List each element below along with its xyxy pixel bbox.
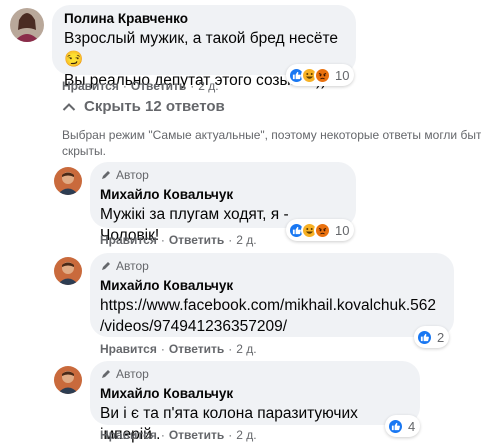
reply-reactions[interactable]: 4: [385, 415, 421, 437]
pen-icon: [102, 171, 110, 179]
sort-notice: Выбран режим "Самые актуальные", поэтому…: [62, 128, 481, 158]
reply-button[interactable]: Ответить: [169, 342, 224, 356]
comment-time[interactable]: 2 д.: [198, 79, 218, 93]
avatar-mykhailo[interactable]: [54, 366, 82, 394]
angry-icon: [314, 66, 331, 84]
like-icon: [416, 328, 433, 346]
author-badge-label: Автор: [116, 367, 149, 381]
reply-reactions[interactable]: 10: [286, 219, 355, 241]
reply-button[interactable]: Ответить: [131, 79, 186, 93]
pen-icon: [102, 370, 110, 378]
reply-actions: Нравится · Ответить · 2 д.: [100, 342, 257, 356]
avatar-mykhailo[interactable]: [54, 167, 82, 195]
reply-link-line2[interactable]: /videos/974941236357209/: [100, 316, 444, 337]
comment-author[interactable]: Полина Кравченко: [64, 11, 344, 26]
reply-time[interactable]: 2 д.: [236, 233, 256, 247]
reply-link-line1[interactable]: https://www.facebook.com/mikhail.kovalch…: [100, 295, 444, 316]
reply-author[interactable]: Михайло Ковальчук: [100, 278, 444, 293]
reply-bubble: Автор Михайло Ковальчук https://www.face…: [90, 253, 454, 337]
author-badge: Автор: [100, 168, 346, 182]
reply-button[interactable]: Ответить: [169, 428, 224, 442]
comment-actions: Нравится · Ответить · 2 д.: [62, 79, 219, 93]
reply-button[interactable]: Ответить: [169, 233, 224, 247]
reply-reactions[interactable]: 2: [414, 326, 450, 348]
author-badge-label: Автор: [116, 168, 149, 182]
like-icon: [387, 417, 404, 435]
reply-author[interactable]: Михайло Ковальчук: [100, 187, 346, 202]
like-button[interactable]: Нравится: [100, 428, 157, 442]
chevron-up-icon: [62, 102, 76, 111]
avatar-mykhailo[interactable]: [54, 257, 82, 285]
reply-time[interactable]: 2 д.: [236, 342, 256, 356]
like-button[interactable]: Нравится: [100, 342, 157, 356]
reaction-count: 4: [408, 418, 416, 434]
pen-icon: [102, 262, 110, 270]
like-button[interactable]: Нравится: [62, 79, 119, 93]
hide-replies-button[interactable]: Скрыть 12 ответов: [62, 98, 225, 115]
reaction-count: 10: [335, 222, 350, 238]
reaction-count: 2: [437, 329, 445, 345]
comment-reactions[interactable]: 10: [286, 64, 355, 86]
author-badge-label: Автор: [116, 259, 149, 273]
reply-author[interactable]: Михайло Ковальчук: [100, 386, 410, 401]
reply-actions: Нравится · Ответить · 2 д.: [100, 428, 257, 442]
hide-replies-label: Скрыть 12 ответов: [84, 98, 225, 115]
reaction-count: 10: [335, 67, 350, 83]
author-badge: Автор: [100, 259, 444, 273]
author-badge: Автор: [100, 367, 410, 381]
reply-time[interactable]: 2 д.: [236, 428, 256, 442]
reply-actions: Нравится · Ответить · 2 д.: [100, 233, 257, 247]
avatar-polina[interactable]: [10, 8, 44, 42]
reply-bubble: Автор Михайло Ковальчук Ви і є та п'ята …: [90, 361, 420, 443]
angry-icon: [314, 221, 331, 239]
like-button[interactable]: Нравится: [100, 233, 157, 247]
